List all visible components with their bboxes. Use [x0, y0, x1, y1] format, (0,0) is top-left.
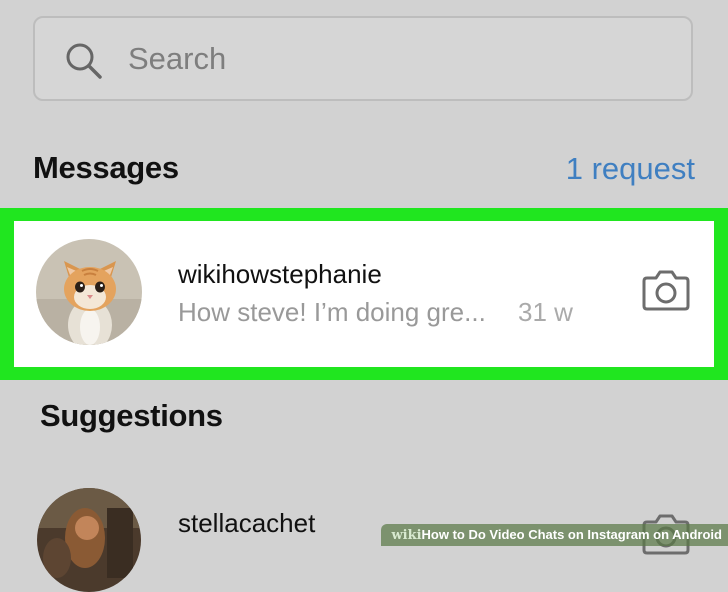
message-thread-row[interactable]: wikihowstephanie How steve! I’m doing gr…: [14, 221, 714, 367]
suggestion-username: stellacachet: [178, 508, 316, 538]
thread-message-preview: How steve! I’m doing gre...: [178, 297, 486, 327]
watermark-brand-wiki: wiki: [391, 528, 422, 543]
search-bar[interactable]: [33, 16, 693, 101]
avatar[interactable]: [37, 488, 141, 592]
watermark-text: to Do Video Chats on Instagram on Androi…: [452, 527, 722, 542]
camera-icon[interactable]: [641, 268, 691, 312]
kitten-avatar-image: [36, 239, 142, 345]
watermark: wikiHow to Do Video Chats on Instagram o…: [381, 524, 728, 546]
photo-avatar-image: [37, 488, 141, 592]
thread-timestamp: 31 w: [518, 297, 573, 327]
message-requests-link[interactable]: 1 request: [566, 151, 695, 187]
search-input[interactable]: [128, 32, 648, 86]
watermark-brand-how: How: [421, 527, 449, 542]
suggestions-heading: Suggestions: [40, 398, 223, 433]
thread-username: wikihowstephanie: [178, 259, 382, 289]
messages-heading: Messages: [33, 150, 179, 185]
avatar[interactable]: [36, 239, 142, 345]
search-icon: [66, 43, 102, 79]
